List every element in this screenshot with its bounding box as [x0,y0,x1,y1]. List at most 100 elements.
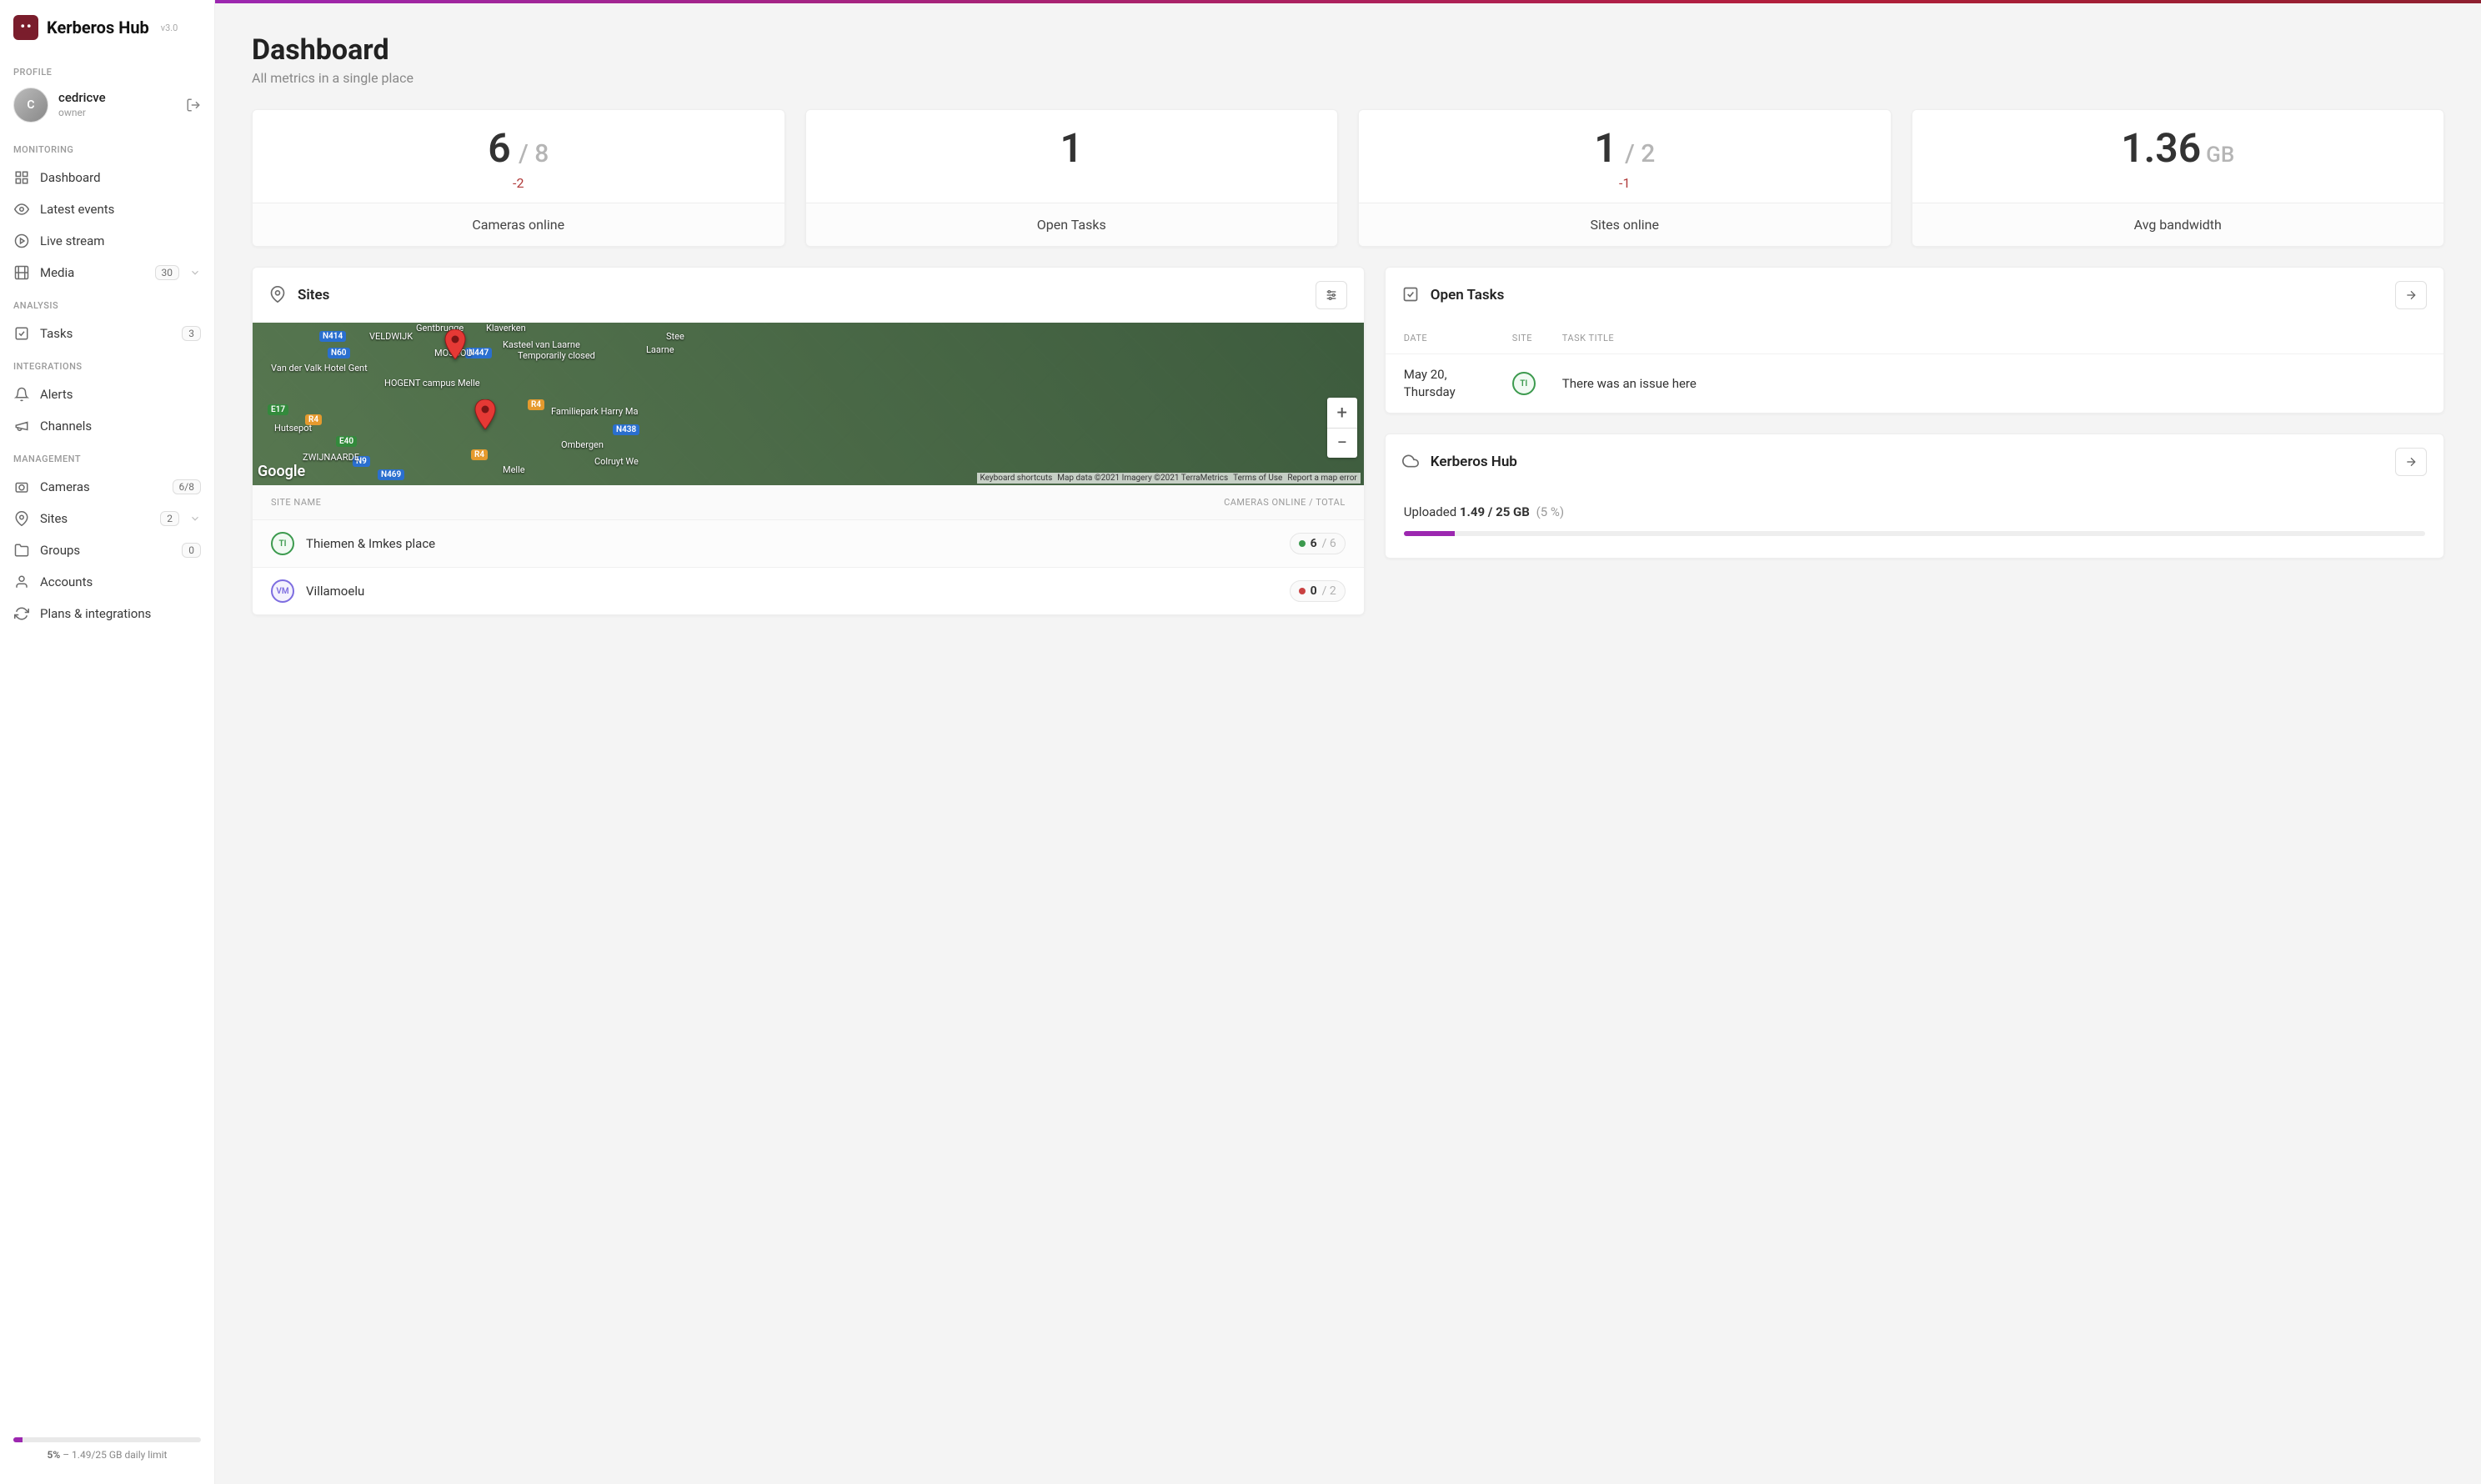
site-avatar: VM [271,579,294,603]
profile-row[interactable]: C cedricve owner [0,84,214,133]
hub-panel: Kerberos Hub Uploaded 1.49 / 25 GB (5 %) [1385,434,2444,559]
site-table-head: SITE NAME CAMERAS ONLINE / TOTAL [253,485,1364,519]
status-dot-icon [1299,540,1306,547]
tasks-table-head: DATE SITE TASK TITLE [1386,323,2443,353]
profile-role: owner [58,107,176,120]
site-name: Villamoelu [306,584,1278,599]
sidebar-item-channels[interactable]: Channels [0,410,214,442]
task-date: May 20,Thursday [1404,366,1496,401]
refresh-icon [13,605,30,622]
signout-icon[interactable] [186,98,201,113]
profile-username: cedricve [58,90,176,107]
stat-card-tasks: 1 . Open Tasks [805,109,1339,247]
tasks-arrow-button[interactable] [2395,281,2427,309]
cloud-icon [1402,453,1421,471]
open-tasks-panel: Open Tasks DATE SITE TASK TITLE May 20,T… [1385,267,2444,414]
page-title: Dashboard [252,33,2444,67]
section-monitoring-label: MONITORING [0,133,214,162]
pin-icon [269,286,288,304]
site-avatar: TI [271,532,294,555]
section-profile-label: PROFILE [0,55,214,84]
sites-filter-button[interactable] [1316,281,1347,309]
site-status: 0 / 2 [1290,580,1346,602]
zoom-out-button[interactable]: − [1327,428,1357,458]
map-road-label: R4 [471,449,488,460]
site-status: 6 / 6 [1290,533,1346,554]
hub-panel-title: Kerberos Hub [1431,454,1517,470]
brand-logo-icon [13,15,38,40]
zoom-in-button[interactable]: + [1327,398,1357,428]
brand: Kerberos Hub v3.0 [0,15,214,55]
map-place-label: ZWIJNAARDE [303,452,359,463]
main: Dashboard All metrics in a single place … [215,0,2481,1484]
sidebar-item-latest-events[interactable]: Latest events [0,193,214,225]
avatar: C [13,88,48,123]
sidebar-item-cameras[interactable]: Cameras 6/8 [0,471,214,503]
map-place-label: Familiepark Harry Ma [551,406,638,417]
map-zoom: + − [1327,398,1357,458]
site-row[interactable]: TI Thiemen & Imkes place 6 / 6 [253,519,1364,567]
sidebar-item-plans[interactable]: Plans & integrations [0,598,214,629]
usage-bar [13,1437,201,1442]
sidebar-item-groups[interactable]: Groups 0 [0,534,214,566]
map-road-label: N414 [319,331,346,342]
map-place-label: Ombergen [561,439,604,450]
sites-count-badge: 2 [160,511,179,526]
eye-icon [13,201,30,218]
sidebar-item-alerts[interactable]: Alerts [0,379,214,410]
brand-title: Kerberos Hub [47,18,149,38]
site-row[interactable]: VM Villamoelu 0 / 2 [253,567,1364,614]
megaphone-icon [13,418,30,434]
chevron-down-icon[interactable] [189,267,201,278]
chevron-down-icon[interactable] [189,513,201,524]
tasks-count-badge: 3 [182,326,201,341]
brand-version: v3.0 [161,23,178,33]
sidebar-usage: 5% – 1.49/25 GB daily limit [0,1437,214,1469]
stat-card-cameras: 6 / 8 -2 Cameras online [252,109,785,247]
sidebar: Kerberos Hub v3.0 PROFILE C cedricve own… [0,0,215,1484]
folder-icon [13,542,30,559]
site-name: Thiemen & Imkes place [306,536,1278,551]
map-place-label: Stee [666,331,684,342]
tasks-panel-title: Open Tasks [1431,287,1505,303]
map-logo: Google [258,463,305,480]
status-dot-icon [1299,588,1306,594]
sites-map[interactable]: + − Google Keyboard shortcuts Map data ©… [253,323,1364,485]
map-place-label: Laarne [646,344,674,355]
map-road-label: R4 [528,399,544,410]
stat-card-bandwidth: 1.36GB . Avg bandwidth [1912,109,2445,247]
task-row[interactable]: May 20,ThursdayTIThere was an issue here [1386,353,2443,413]
map-pin-icon[interactable] [474,399,496,429]
page-subtitle: All metrics in a single place [252,70,2444,86]
map-road-label: N469 [378,469,404,480]
map-road-label: N438 [613,424,639,435]
upload-bar [1404,531,2425,536]
hub-arrow-button[interactable] [2395,448,2427,476]
user-icon [13,574,30,590]
map-road-label: N60 [328,348,350,358]
media-count-badge: 30 [155,265,180,280]
section-analysis-label: ANALYSIS [0,288,214,318]
sidebar-item-dashboard[interactable]: Dashboard [0,162,214,193]
sidebar-item-sites[interactable]: Sites 2 [0,503,214,534]
camera-icon [13,479,30,495]
map-road-label: E17 [268,404,288,415]
check-square-icon [13,325,30,342]
map-road-label: E40 [336,436,357,447]
map-place-label: Melle [503,464,525,475]
map-place-label: Van der Valk Hotel Gent [271,363,368,374]
map-place-label: Temporarily closed [518,350,595,361]
sidebar-item-live-stream[interactable]: Live stream [0,225,214,257]
map-place-label: Kasteel van Laarne [503,339,580,350]
pin-icon [13,510,30,527]
stat-delta: -2 [259,175,778,191]
sidebar-item-tasks[interactable]: Tasks 3 [0,318,214,349]
check-square-icon [1402,286,1421,304]
upload-line: Uploaded 1.49 / 25 GB (5 %) [1404,504,2425,519]
sidebar-item-media[interactable]: Media 30 [0,257,214,288]
sidebar-item-accounts[interactable]: Accounts [0,566,214,598]
stat-grid: 6 / 8 -2 Cameras online 1 . Open Tasks 1… [252,109,2444,247]
film-icon [13,264,30,281]
cameras-count-badge: 6/8 [173,479,201,494]
map-pin-icon[interactable] [444,329,466,359]
